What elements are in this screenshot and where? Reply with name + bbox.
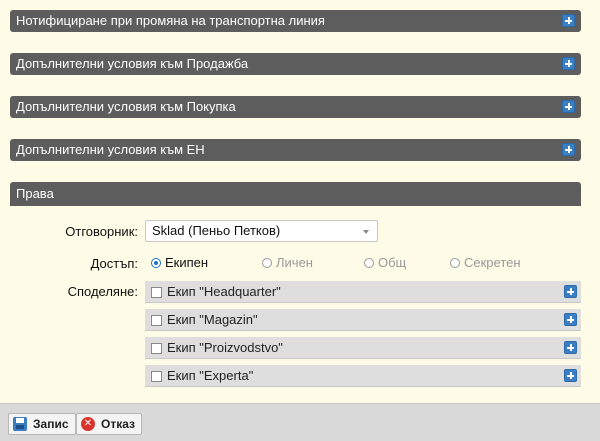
- radio-label: Секретен: [464, 255, 521, 270]
- section-title: Допълнителни условия към Продажба: [16, 56, 249, 71]
- team-label: Екип "Headquarter": [167, 284, 281, 299]
- section-notification-transport[interactable]: Нотифициране при промяна на транспортна …: [10, 10, 581, 32]
- team-label: Екип "Magazin": [167, 312, 258, 327]
- cancel-button[interactable]: ✕ Отказ: [76, 413, 143, 435]
- expand-plus-icon[interactable]: [564, 285, 577, 298]
- access-radio-public[interactable]: Общ: [364, 256, 406, 270]
- radio-circle-icon: [364, 258, 374, 268]
- responsible-select[interactable]: Sklad (Пеньо Петков): [145, 220, 378, 242]
- cancel-x-icon: ✕: [81, 417, 95, 431]
- form-page: Нотифициране при промяна на транспортна …: [0, 0, 600, 441]
- radio-circle-icon: [151, 258, 161, 268]
- team-row-headquarter[interactable]: Екип "Headquarter": [145, 281, 581, 303]
- radio-label: Екипен: [165, 255, 209, 270]
- expand-plus-icon[interactable]: [564, 313, 577, 326]
- expand-plus-icon[interactable]: [562, 14, 575, 27]
- responsible-value: Sklad (Пеньо Петков): [152, 223, 281, 238]
- expand-plus-icon[interactable]: [564, 369, 577, 382]
- team-checkbox[interactable]: [151, 315, 162, 326]
- rights-section-header: Права: [10, 182, 581, 206]
- sharing-label: Споделяне:: [67, 284, 138, 299]
- section-title: Допълнителни условия към ЕН: [16, 142, 205, 157]
- access-radio-team[interactable]: Екипен: [151, 256, 208, 270]
- team-checkbox[interactable]: [151, 371, 162, 382]
- section-title: Нотифициране при промяна на транспортна …: [16, 13, 325, 28]
- team-checkbox[interactable]: [151, 343, 162, 354]
- access-label: Достъп:: [90, 256, 138, 271]
- section-title: Допълнителни условия към Покупка: [16, 99, 236, 114]
- expand-plus-icon[interactable]: [562, 100, 575, 113]
- radio-circle-icon: [262, 258, 272, 268]
- team-row-proizvodstvo[interactable]: Екип "Proizvodstvo": [145, 337, 581, 359]
- team-checkbox[interactable]: [151, 287, 162, 298]
- expand-plus-icon[interactable]: [562, 143, 575, 156]
- form-footer: Запис ✕ Отказ: [0, 403, 600, 441]
- team-label: Екип "Proizvodstvo": [167, 340, 283, 355]
- access-radio-secret[interactable]: Секретен: [450, 256, 521, 270]
- floppy-disk-icon: [13, 417, 27, 431]
- team-label: Екип "Experta": [167, 368, 254, 383]
- save-label: Запис: [33, 417, 69, 431]
- section-extra-sale[interactable]: Допълнителни условия към Продажба: [10, 53, 581, 75]
- radio-label: Личен: [276, 255, 313, 270]
- section-extra-purchase[interactable]: Допълнителни условия към Покупка: [10, 96, 581, 118]
- expand-plus-icon[interactable]: [562, 57, 575, 70]
- section-extra-en[interactable]: Допълнителни условия към ЕН: [10, 139, 581, 161]
- responsible-label: Отговорник:: [65, 224, 138, 239]
- radio-label: Общ: [378, 255, 407, 270]
- caret-down-icon: [363, 230, 369, 234]
- cancel-label: Отказ: [101, 417, 136, 431]
- team-row-magazin[interactable]: Екип "Magazin": [145, 309, 581, 331]
- expand-plus-icon[interactable]: [564, 341, 577, 354]
- access-radio-personal[interactable]: Личен: [262, 256, 313, 270]
- team-row-experta[interactable]: Екип "Experta": [145, 365, 581, 387]
- rights-title: Права: [16, 186, 54, 201]
- radio-circle-icon: [450, 258, 460, 268]
- save-button[interactable]: Запис: [8, 413, 76, 435]
